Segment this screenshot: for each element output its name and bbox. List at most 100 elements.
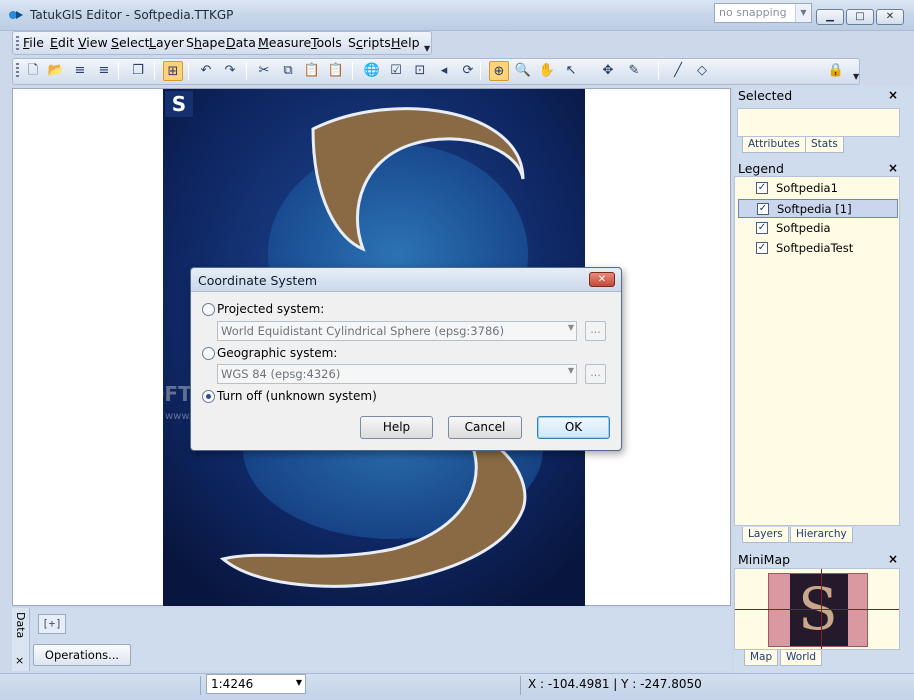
undo-icon[interactable]: ↶ [196,61,216,81]
toolbar-separator [118,62,119,80]
line-icon[interactable]: ╱ [668,61,688,81]
remove-layer-icon[interactable]: ≡ [94,61,114,81]
legend-item[interactable]: ✓ Softpedia [738,219,898,238]
select-zoom-icon[interactable]: ⊕ [489,61,509,81]
paste-special-icon[interactable]: 📋 [326,61,346,81]
draw-icon[interactable]: ✎ [624,61,644,81]
operations-button[interactable]: Operations... [33,644,131,666]
projected-system-select[interactable]: World Equidistant Cylindrical Sphere (ep… [217,321,577,341]
toolbar-separator [658,62,659,80]
pan-icon[interactable]: ✋ [537,61,557,81]
cancel-button[interactable]: Cancel [448,416,522,439]
minimap-panel-title: MiniMap [738,552,791,567]
menu-file[interactable]: File [23,35,44,50]
tab-map[interactable]: Map [744,650,779,666]
menubar-overflow-icon[interactable]: ▼ [424,44,430,53]
minimap-thumbnail: S [790,574,848,646]
menu-view[interactable]: View [78,35,108,50]
scale-select[interactable]: 1:4246 ▼ [206,674,306,694]
tab-hierarchy[interactable]: Hierarchy [790,527,853,543]
menu-select[interactable]: Select [111,35,150,50]
snapping-select[interactable]: no snapping ▼ [714,3,812,23]
cursor-coordinates: X : -104.4981 | Y : -247.8050 [528,677,702,691]
status-separator [520,676,521,695]
layer-visibility-checkbox[interactable]: ✓ [756,182,768,194]
dialog-close-button[interactable]: ✕ [589,272,615,287]
add-layer-icon[interactable]: ≡ [70,61,90,81]
tab-world[interactable]: World [780,650,823,666]
extent-icon[interactable]: ⊡ [410,61,430,81]
zoom-icon[interactable]: 🔍 [513,61,533,81]
minimap-extent: S [768,573,868,647]
tab-attributes[interactable]: Attributes [742,137,806,153]
minimap-panel-close-icon[interactable]: × [888,552,898,566]
dialog-body: Projected system: World Equidistant Cyli… [191,292,621,450]
menu-shape[interactable]: Shape [186,35,225,50]
selected-panel-header: Selected × [734,88,900,106]
layer-visibility-checkbox[interactable]: ✓ [756,242,768,254]
back-icon[interactable]: ◂ [434,61,454,81]
geographic-browse-button[interactable]: ... [585,364,606,384]
layer-name: Softpedia [776,221,831,235]
geographic-label: Geographic system: [217,346,338,360]
menubar-grip[interactable] [16,36,19,51]
close-window-button[interactable]: ✕ [876,9,904,25]
new-file-icon[interactable]: 🗋 [23,61,43,81]
menu-tools[interactable]: Tools [311,35,342,50]
menu-layer[interactable]: Layer [149,35,184,50]
selected-panel-title: Selected [738,88,793,103]
projected-label: Projected system: [217,302,325,316]
menu-data[interactable]: Data [226,35,256,50]
menu-scripts[interactable]: Scripts [348,35,391,50]
menu-edit[interactable]: Edit [50,35,74,50]
cut-icon[interactable]: ✂ [254,61,274,81]
toolbar-separator [154,62,155,80]
projected-radio[interactable] [202,303,215,316]
projected-browse-button[interactable]: ... [585,321,606,341]
minimize-button[interactable]: ▁ [816,9,844,25]
coordinate-system-dialog: Coordinate System ✕ Projected system: Wo… [190,267,622,451]
data-pane-close-icon[interactable]: × [15,654,24,667]
minimap-crosshair-v [821,569,822,649]
toolbar-grip[interactable] [16,63,19,78]
copy-icon[interactable]: ⧉ [278,61,298,81]
globe-icon[interactable]: 🌐 [362,61,382,81]
legend-item[interactable]: ✓ Softpedia [1] [738,199,898,218]
menu-help[interactable]: Help [391,35,420,50]
save-icon[interactable]: ❐ [128,61,148,81]
legend-panel-close-icon[interactable]: × [888,161,898,175]
edit-icon[interactable]: ☑ [386,61,406,81]
tab-stats[interactable]: Stats [805,137,844,153]
turn-off-radio[interactable] [202,390,215,403]
toolbar-separator [246,62,247,80]
geographic-system-select[interactable]: WGS 84 (epsg:4326) ▼ [217,364,577,384]
help-button[interactable]: Help [360,416,433,439]
minimap-view[interactable]: S [734,568,900,650]
toolbar-separator [352,62,353,80]
dialog-title-bar[interactable]: Coordinate System ✕ [191,268,621,292]
select-arrow-icon[interactable]: ↖ [561,61,581,81]
redo-icon[interactable]: ↷ [220,61,240,81]
layer-visibility-checkbox[interactable]: ✓ [756,222,768,234]
legend-item[interactable]: ✓ Softpedia1 [738,179,898,198]
legend-item[interactable]: ✓ SoftpediaTest [738,239,898,258]
maximize-button[interactable]: □ [846,9,874,25]
refresh-icon[interactable]: ⟳ [458,61,478,81]
layer-props-icon[interactable]: ⊞ [163,61,183,81]
shape-icon[interactable]: ◇ [692,61,712,81]
ok-button[interactable]: OK [537,416,610,439]
open-icon[interactable]: 📂 [46,61,66,81]
geographic-radio[interactable] [202,347,215,360]
vertex-icon[interactable]: ✥ [598,61,618,81]
dialog-title: Coordinate System [198,273,318,288]
toolbar-overflow-icon[interactable]: ▼ [853,72,859,81]
add-tab-button[interactable]: [+] [38,614,66,634]
paste-icon[interactable]: 📋 [302,61,322,81]
lock-icon[interactable]: 🔒 [826,61,846,81]
tab-layers[interactable]: Layers [742,527,789,543]
chevron-down-icon[interactable]: ▼ [795,4,811,22]
selected-panel-close-icon[interactable]: × [888,88,898,102]
layer-name: Softpedia [1] [777,202,852,216]
layer-visibility-checkbox[interactable]: ✓ [757,203,769,215]
menu-measure[interactable]: Measure [258,35,311,50]
